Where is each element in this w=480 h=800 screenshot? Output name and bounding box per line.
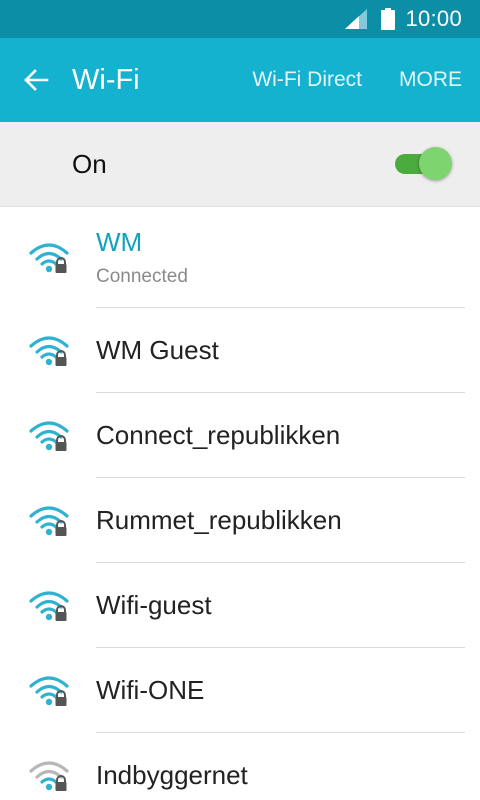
wifi-switch-label: On <box>72 148 107 179</box>
wifi-master-switch-row[interactable]: On <box>0 122 480 207</box>
back-arrow-icon <box>24 69 49 91</box>
network-item-wm[interactable]: WM Connected <box>0 207 480 308</box>
network-name: Connect_republikken <box>96 420 341 450</box>
network-status: Connected <box>96 266 188 287</box>
wifi-lock-icon <box>29 242 69 273</box>
wifi-lock-icon <box>29 420 69 451</box>
network-name: WM <box>96 227 143 257</box>
network-item-rummet-republikken[interactable]: Rummet_republikken <box>0 478 480 563</box>
network-text: WM Guest <box>96 335 464 366</box>
wifi-lock-icon <box>29 335 69 366</box>
wifi-lock-icon <box>29 675 69 706</box>
battery-icon <box>381 8 396 30</box>
network-item-wifi-guest[interactable]: Wifi-guest <box>0 563 480 648</box>
network-name: Wifi-guest <box>96 590 212 620</box>
page-title: Wi-Fi <box>72 63 140 96</box>
network-name: Indbyggernet <box>96 760 248 790</box>
wifi-lock-icon <box>29 590 69 621</box>
network-name: WM Guest <box>96 335 219 365</box>
network-list: WM Connected WM Guest Connect_republikke… <box>0 207 480 800</box>
network-item-wm-guest[interactable]: WM Guest <box>0 308 480 393</box>
toggle-thumb <box>419 147 452 180</box>
clock: 10:00 <box>405 6 462 31</box>
network-text: Indbyggernet <box>96 760 464 791</box>
network-name: Rummet_republikken <box>96 505 342 535</box>
network-item-wifi-one[interactable]: Wifi-ONE <box>0 648 480 733</box>
action-bar: Wi-Fi Wi-Fi Direct MORE <box>0 38 480 122</box>
wifi-lock-icon <box>29 505 69 536</box>
wifi-toggle[interactable] <box>395 146 453 182</box>
back-button[interactable] <box>0 38 72 122</box>
signal-icon <box>345 9 368 29</box>
network-text: Connect_republikken <box>96 420 464 451</box>
status-bar: 10:00 <box>0 0 480 38</box>
wifi-lock-icon <box>29 760 69 791</box>
network-item-indbyggernet[interactable]: Indbyggernet <box>0 733 480 800</box>
network-name: Wifi-ONE <box>96 675 205 705</box>
more-button[interactable]: MORE <box>399 68 462 92</box>
network-text: Rummet_republikken <box>96 505 464 536</box>
wifi-direct-button[interactable]: Wi-Fi Direct <box>252 68 362 92</box>
network-text: Wifi-guest <box>96 590 464 621</box>
network-item-connect-republikken[interactable]: Connect_republikken <box>0 393 480 478</box>
network-text: WM Connected <box>96 227 464 288</box>
network-text: Wifi-ONE <box>96 675 464 706</box>
